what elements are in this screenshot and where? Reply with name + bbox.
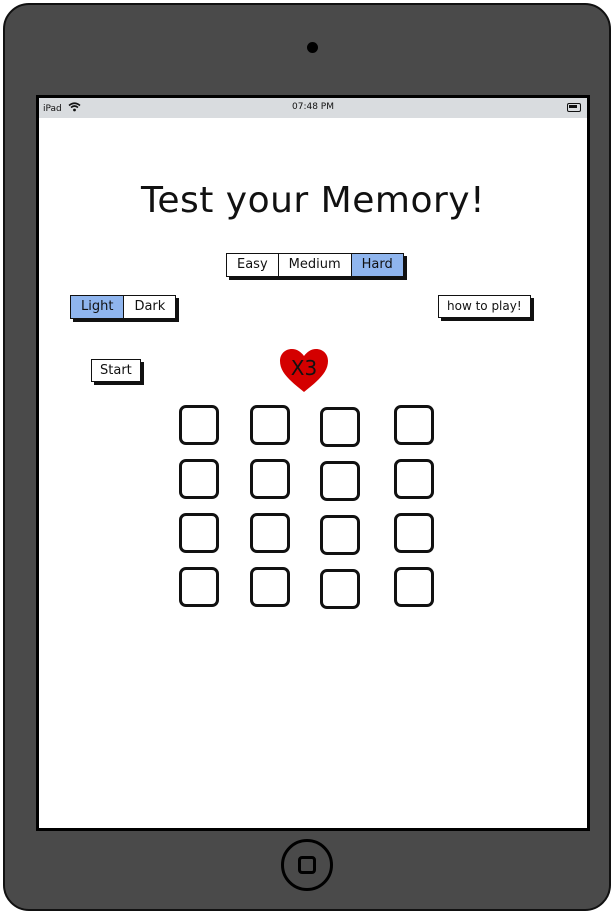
theme-selector: Light Dark: [70, 295, 177, 319]
memory-tile[interactable]: [394, 567, 434, 607]
start-button[interactable]: Start: [91, 359, 141, 382]
lives-indicator: X3: [279, 348, 329, 394]
difficulty-easy[interactable]: Easy: [227, 254, 279, 276]
ipad-device-frame: iPad 07:48 PM Test your Memory! Easy Med…: [3, 3, 611, 911]
theme-dark[interactable]: Dark: [124, 296, 175, 318]
status-time: 07:48 PM: [292, 102, 334, 112]
memory-tile[interactable]: [320, 407, 360, 447]
memory-tile[interactable]: [320, 515, 360, 555]
lives-count: X3: [290, 356, 318, 380]
home-button[interactable]: [281, 839, 333, 891]
memory-tile[interactable]: [250, 459, 290, 499]
difficulty-selector: Easy Medium Hard: [226, 253, 404, 277]
memory-tile[interactable]: [179, 459, 219, 499]
memory-tile[interactable]: [179, 567, 219, 607]
memory-tile[interactable]: [394, 405, 434, 445]
how-to-play-button[interactable]: how to play!: [438, 295, 531, 318]
page-title: Test your Memory!: [140, 180, 486, 221]
difficulty-medium[interactable]: Medium: [279, 254, 352, 276]
camera-icon: [307, 42, 318, 53]
memory-tile[interactable]: [394, 459, 434, 499]
status-bar: iPad 07:48 PM: [39, 98, 587, 118]
memory-tile[interactable]: [179, 405, 219, 445]
memory-tile[interactable]: [250, 567, 290, 607]
theme-light[interactable]: Light: [71, 296, 125, 318]
memory-tile[interactable]: [320, 461, 360, 501]
memory-tile[interactable]: [179, 513, 219, 553]
memory-tile[interactable]: [250, 405, 290, 445]
difficulty-hard[interactable]: Hard: [351, 254, 403, 276]
memory-tile[interactable]: [250, 513, 290, 553]
memory-tile[interactable]: [320, 569, 360, 609]
screen: iPad 07:48 PM Test your Memory! Easy Med…: [36, 95, 590, 831]
battery-icon: [567, 103, 581, 112]
memory-tile[interactable]: [394, 513, 434, 553]
